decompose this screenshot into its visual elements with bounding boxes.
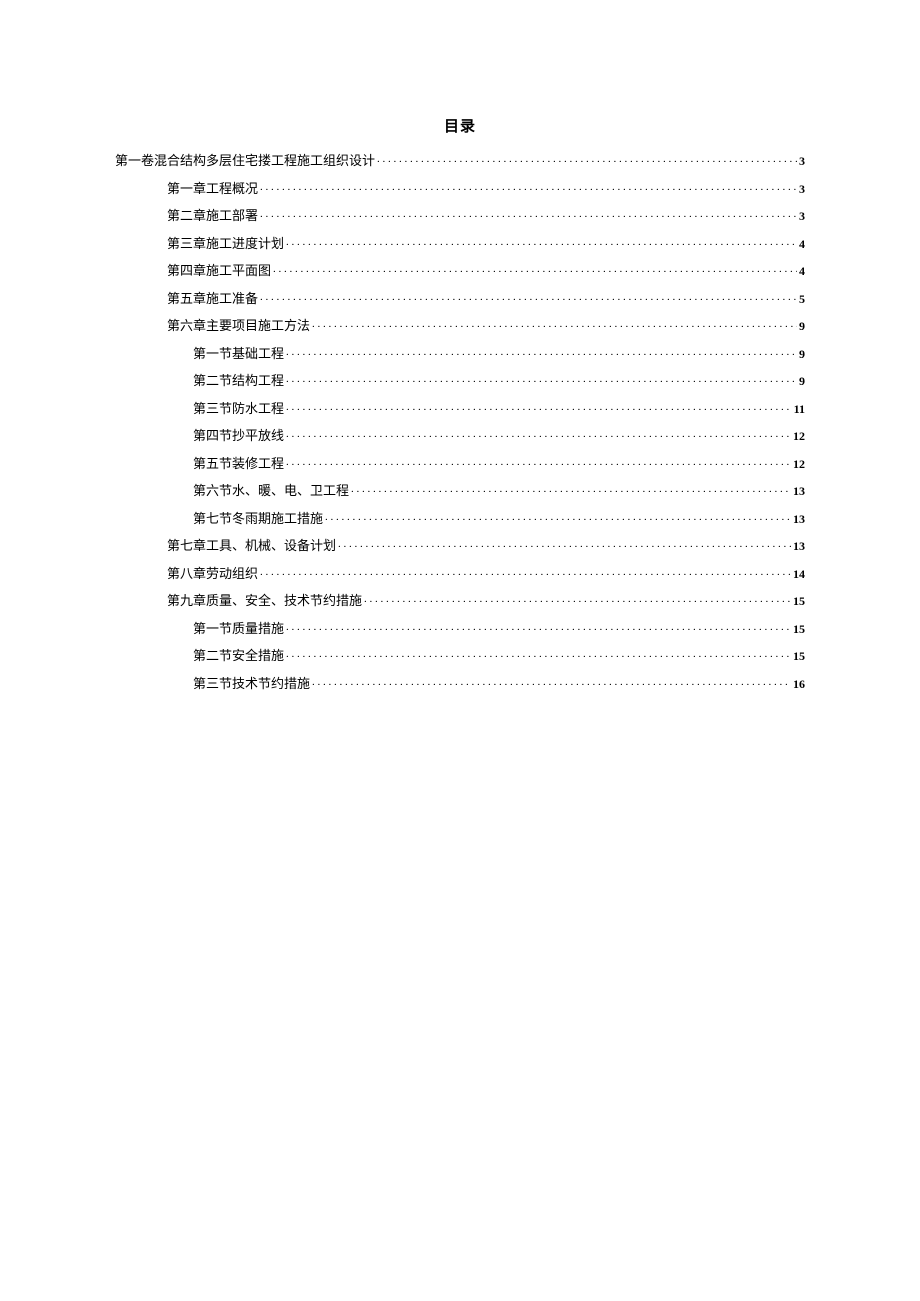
toc-leader-dots <box>260 290 797 303</box>
toc-entry-label: 第二节结构工程 <box>193 374 284 387</box>
toc-entry-label: 第六章主要项目施工方法 <box>167 319 310 332</box>
toc-entry-label: 第五章施工准备 <box>167 292 258 305</box>
toc-entry-page: 3 <box>799 155 805 167</box>
toc-entry-label: 第一节质量措施 <box>193 622 284 635</box>
toc-entry: 第五节装修工程 12 <box>115 455 805 470</box>
toc-entry: 第二节结构工程 9 <box>115 372 805 387</box>
toc-entry-page: 14 <box>793 568 805 580</box>
toc-entry: 第六节水、暖、电、卫工程 13 <box>115 482 805 497</box>
toc-entry: 第三章施工进度计划 4 <box>115 235 805 250</box>
toc-leader-dots <box>286 372 797 385</box>
toc-leader-dots <box>286 345 797 358</box>
toc-entry-label: 第二章施工部署 <box>167 209 258 222</box>
toc-entry: 第七章工具、机械、设备计划 13 <box>115 537 805 552</box>
toc-entry: 第一节质量措施 15 <box>115 620 805 635</box>
toc-entry-label: 第三节防水工程 <box>193 402 284 415</box>
toc-entry-label: 第五节装修工程 <box>193 457 284 470</box>
toc-entry: 第三节防水工程 11 <box>115 400 805 415</box>
toc-entry-page: 15 <box>793 623 805 635</box>
document-page: 目录 第一卷混合结构多层住宅搂工程施工组织设计 3 第一章工程概况 3 第二章施工部署 3… <box>0 0 920 1301</box>
toc-leader-dots <box>286 400 792 413</box>
toc-leader-dots <box>286 620 791 633</box>
toc-entry-label: 第六节水、暖、电、卫工程 <box>193 484 349 497</box>
toc-leader-dots <box>364 592 791 605</box>
toc-entry-label: 第一章工程概况 <box>167 182 258 195</box>
toc-leader-dots <box>286 647 791 660</box>
toc-leader-dots <box>286 455 791 468</box>
toc-entry: 第四章施工平面图 4 <box>115 262 805 277</box>
toc-entry-page: 4 <box>799 238 805 250</box>
toc-entry-label: 第三章施工进度计划 <box>167 237 284 250</box>
toc-entry: 第七节冬雨期施工措施 13 <box>115 510 805 525</box>
toc-entry-label: 第四章施工平面图 <box>167 264 271 277</box>
toc-entry: 第四节抄平放线 12 <box>115 427 805 442</box>
toc-entry: 第六章主要项目施工方法 9 <box>115 317 805 332</box>
toc-entry-label: 第一节基础工程 <box>193 347 284 360</box>
toc-leader-dots <box>377 152 797 165</box>
toc-entry-page: 13 <box>793 540 805 552</box>
toc-entry: 第九章质量、安全、技术节约措施 15 <box>115 592 805 607</box>
toc-entry-label: 第七章工具、机械、设备计划 <box>167 539 336 552</box>
toc-entry: 第八章劳动组织 14 <box>115 565 805 580</box>
toc-entry: 第三节技术节约措施 16 <box>115 675 805 690</box>
toc-entry-label: 第三节技术节约措施 <box>193 677 310 690</box>
toc-entry-page: 3 <box>799 183 805 195</box>
toc-entry-page: 15 <box>793 650 805 662</box>
toc-entry-page: 15 <box>793 595 805 607</box>
toc-leader-dots <box>312 675 791 688</box>
toc-entry: 第一卷混合结构多层住宅搂工程施工组织设计 3 <box>115 152 805 167</box>
toc-leader-dots <box>286 427 791 440</box>
toc-entry-page: 12 <box>793 430 805 442</box>
toc-entry-label: 第九章质量、安全、技术节约措施 <box>167 594 362 607</box>
toc-entry: 第一章工程概况 3 <box>115 180 805 195</box>
toc-entry-page: 4 <box>799 265 805 277</box>
toc-entry-page: 9 <box>799 375 805 387</box>
toc-entry: 第二节安全措施 15 <box>115 647 805 662</box>
toc-leader-dots <box>325 510 791 523</box>
toc-entry: 第二章施工部署 3 <box>115 207 805 222</box>
toc-entry-page: 9 <box>799 348 805 360</box>
toc-entry-page: 9 <box>799 320 805 332</box>
toc-entry-page: 11 <box>794 403 805 415</box>
toc-entry-page: 13 <box>793 485 805 497</box>
toc-entry: 第一节基础工程 9 <box>115 345 805 360</box>
toc-entry-label: 第八章劳动组织 <box>167 567 258 580</box>
toc-entry: 第五章施工准备 5 <box>115 290 805 305</box>
toc-entry-page: 13 <box>793 513 805 525</box>
toc-title: 目录 <box>115 115 805 136</box>
toc-leader-dots <box>351 482 791 495</box>
toc-leader-dots <box>260 180 797 193</box>
toc-leader-dots <box>273 262 797 275</box>
toc-entry-label: 第四节抄平放线 <box>193 429 284 442</box>
toc-entry-page: 16 <box>793 678 805 690</box>
toc-leader-dots <box>260 207 797 220</box>
toc-leader-dots <box>312 317 797 330</box>
toc-entry-label: 第二节安全措施 <box>193 649 284 662</box>
toc-leader-dots <box>260 565 791 578</box>
toc-entry-label: 第七节冬雨期施工措施 <box>193 512 323 525</box>
toc-entry-page: 5 <box>799 293 805 305</box>
toc-entry-label: 第一卷混合结构多层住宅搂工程施工组织设计 <box>115 154 375 167</box>
toc-entry-page: 12 <box>793 458 805 470</box>
toc-entry-page: 3 <box>799 210 805 222</box>
toc-leader-dots <box>286 235 797 248</box>
toc-container: 第一卷混合结构多层住宅搂工程施工组织设计 3 第一章工程概况 3 第二章施工部署 3 第三章… <box>115 152 805 690</box>
toc-leader-dots <box>338 537 791 550</box>
